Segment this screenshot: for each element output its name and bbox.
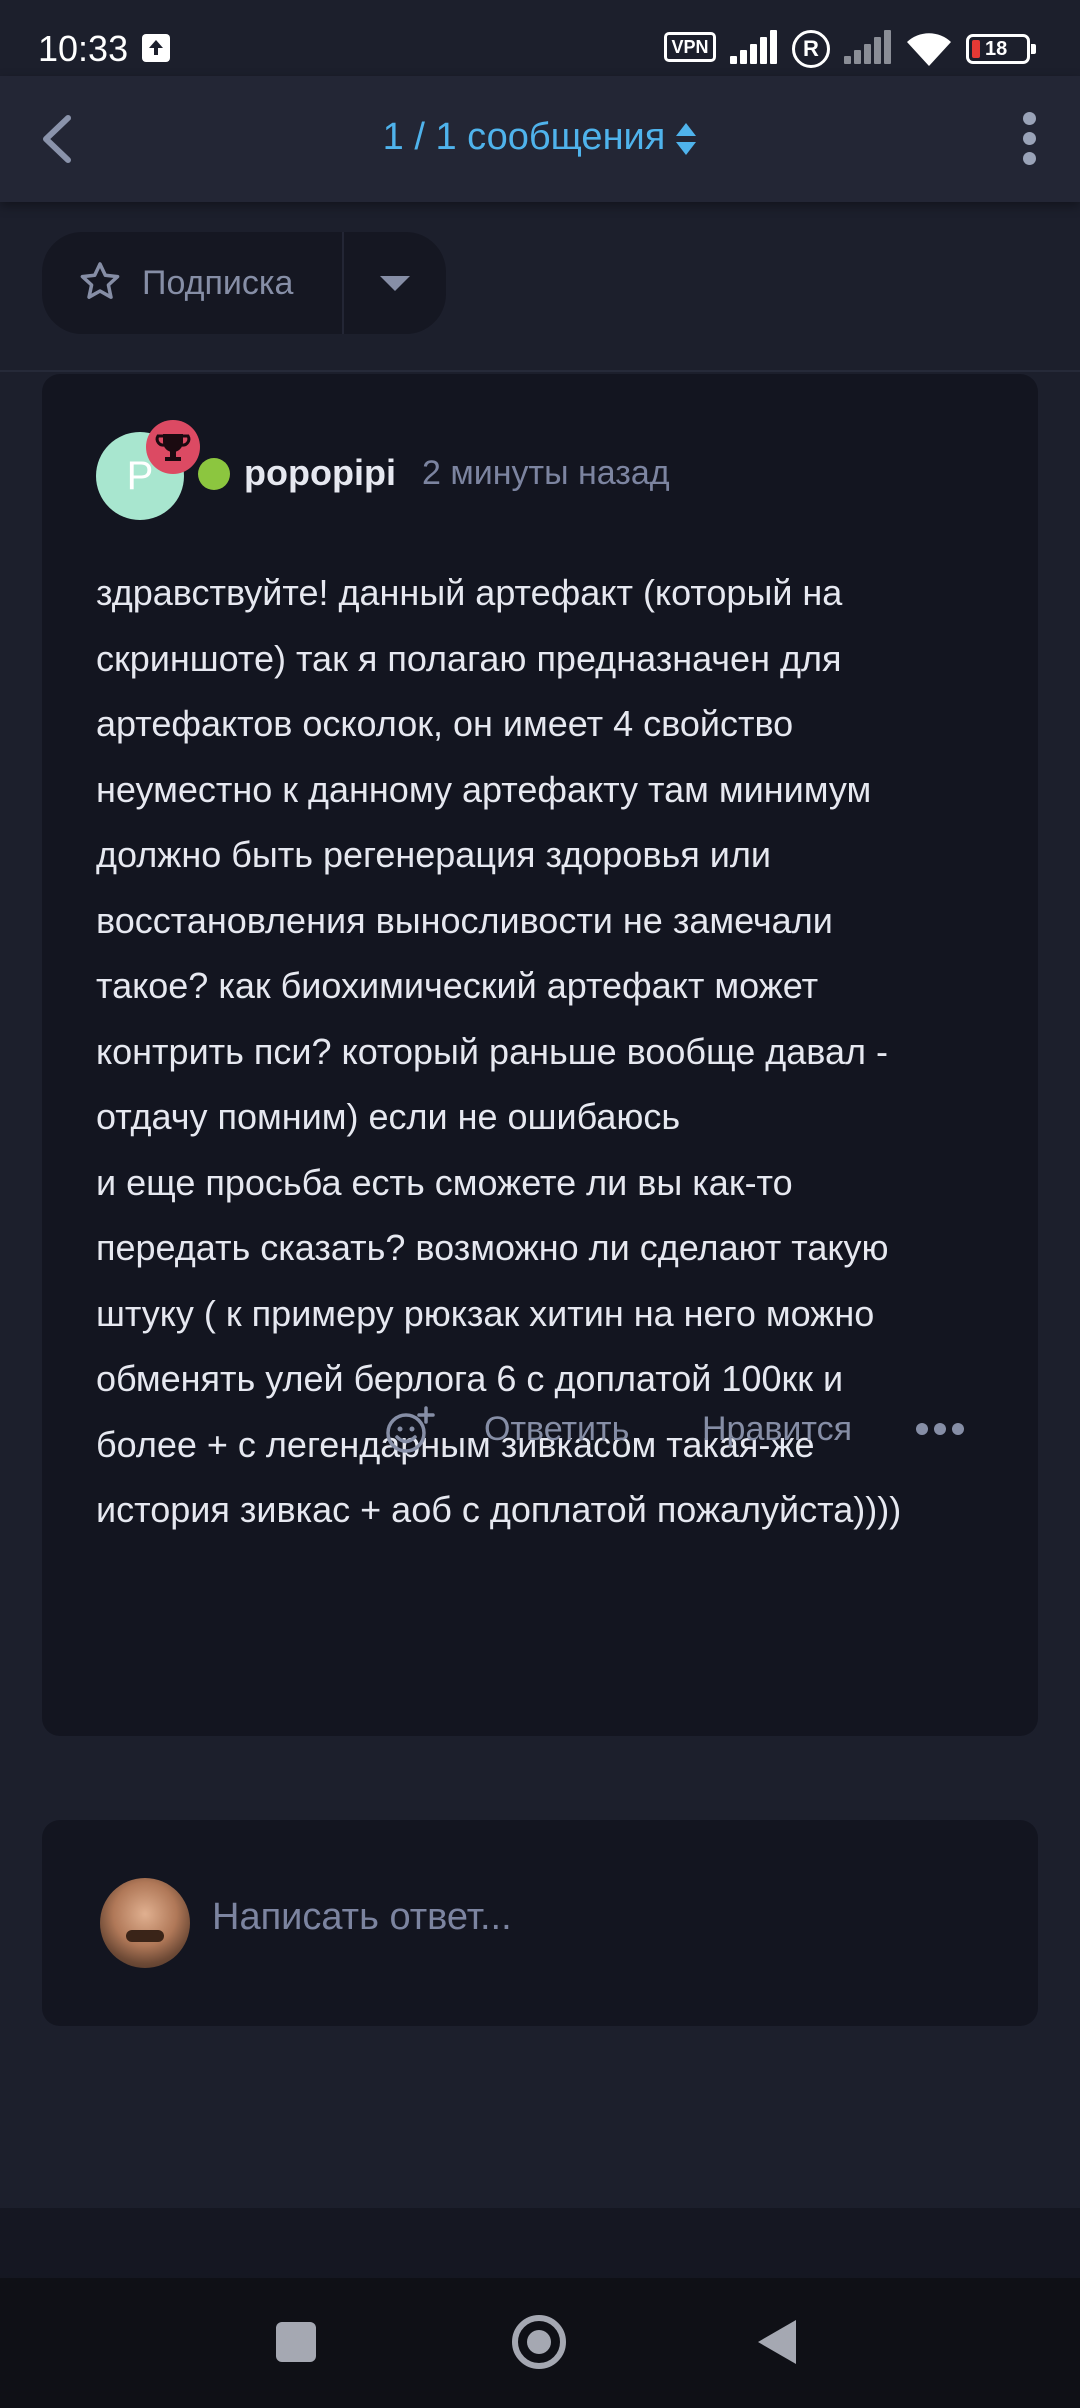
current-user-avatar: [100, 1878, 190, 1968]
post-text-line: должно быть регенерация здоровья или: [96, 834, 771, 875]
post-text-line: скриншоте) так я полагаю предназначен дл…: [96, 637, 842, 679]
more-horizontal-icon[interactable]: [914, 1414, 966, 1444]
add-reaction-icon[interactable]: [384, 1404, 436, 1456]
status-bar: 10:33 VPN R 18: [0, 0, 1080, 76]
signal-icon: [730, 30, 778, 64]
post-text-line: такое? как биохимический артефакт может: [96, 965, 819, 1006]
subscribe-control: Подписка: [42, 232, 446, 334]
post-text-line: контрить пси? который раньше вообще дава…: [96, 1030, 889, 1072]
post-text-line: штуку ( к примеру рюкзак хитин на него м…: [96, 1292, 875, 1334]
more-vertical-icon[interactable]: [1014, 112, 1044, 172]
recents-icon[interactable]: [276, 2322, 316, 2362]
subscribe-dropdown-button[interactable]: [344, 232, 446, 334]
dropdown-arrow-icon: [380, 276, 410, 291]
like-button[interactable]: Нравится: [702, 1410, 852, 1449]
battery-level: 18: [985, 38, 1008, 60]
post-timestamp[interactable]: 2 минуты назад: [422, 454, 670, 493]
post-text-line: и еще просьба есть сможете ли вы как-то: [96, 1161, 793, 1203]
thread-navigator[interactable]: 1 / 1 сообщения: [0, 116, 1080, 159]
post-text-line: неуместно к данному артефакту там миниму…: [96, 768, 872, 810]
page-title: 1 / 1 сообщения: [382, 116, 666, 158]
post-card: P popopipi 2 минуты назад здравствуйте! …: [42, 374, 1038, 1736]
battery-icon: 18: [966, 34, 1036, 64]
reply-button[interactable]: Ответить: [484, 1410, 629, 1449]
author-name[interactable]: popopipi: [244, 452, 396, 494]
trophy-icon: [146, 420, 200, 474]
post-actions: Ответить Нравится: [42, 1376, 1038, 1476]
sort-icon: [676, 122, 697, 155]
post-text-line: артефактов осколок, он имеет 4 свойство: [96, 703, 794, 744]
signal-2-icon: [844, 30, 892, 64]
post-text-line: отдачу помним) если не ошибаюсь: [96, 1096, 681, 1137]
home-icon[interactable]: [512, 2315, 566, 2369]
online-status-indicator: [198, 458, 230, 490]
vpn-icon: VPN: [664, 32, 716, 62]
subscribe-label: Подписка: [142, 264, 294, 302]
star-icon: [80, 262, 120, 299]
post-text-line: восстановления выносливости не замечали: [96, 899, 833, 941]
post-text-line: здравствуйте! данный артефакт (который н…: [96, 572, 843, 613]
wifi-icon: [904, 28, 954, 68]
post-text-line: передать сказать? возможно ли сделают та…: [96, 1227, 889, 1268]
status-time: 10:33: [38, 28, 129, 69]
top-app-bar: 1 / 1 сообщения: [0, 76, 1080, 202]
roaming-icon: R: [792, 30, 830, 68]
reply-composer: Написать ответ...: [42, 1820, 1038, 2026]
reply-input[interactable]: Написать ответ...: [212, 1896, 992, 1946]
subscription-bar: Подписка: [0, 202, 1080, 372]
upload-icon: [142, 34, 170, 62]
nav-back-icon[interactable]: [758, 2320, 796, 2364]
bottom-spacer: [0, 2208, 1080, 2278]
post-text-line: история зивкас + аоб с доплатой пожалуйс…: [96, 1489, 902, 1530]
subscribe-button[interactable]: Подписка: [42, 232, 344, 334]
